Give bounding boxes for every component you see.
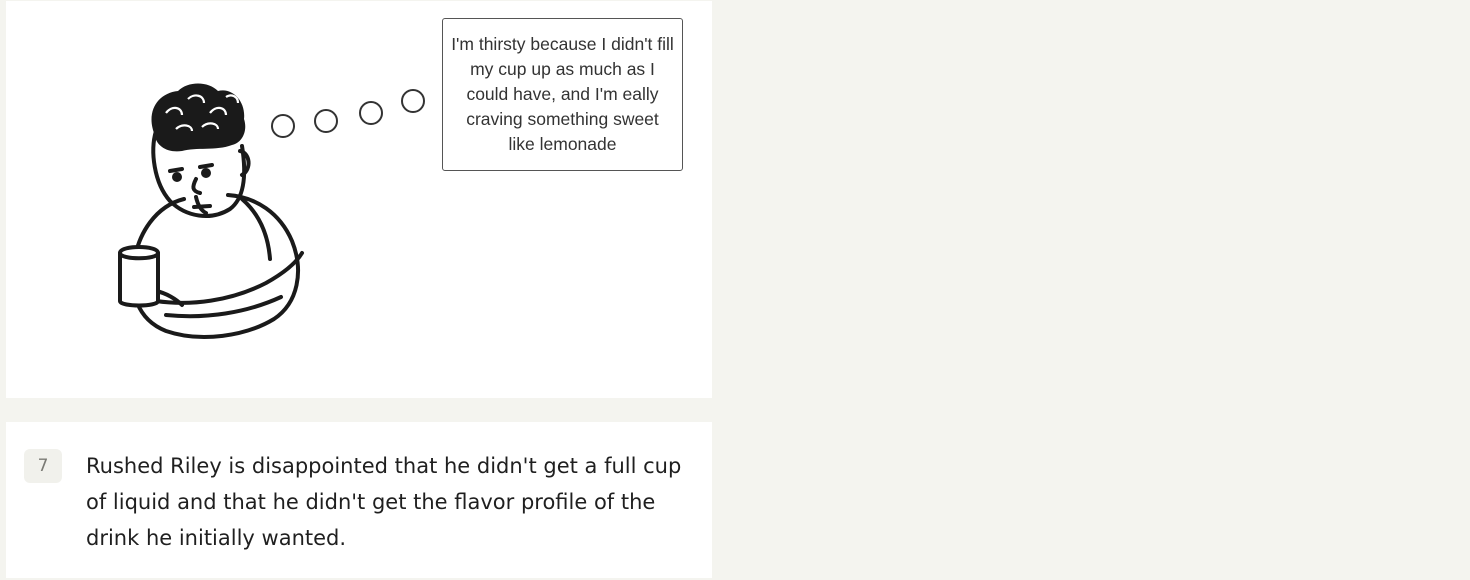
illustration-card: I'm thirsty because I didn't fill my cup… <box>6 1 712 398</box>
step-card: 7 Rushed Riley is disappointed that he d… <box>6 422 712 578</box>
thought-bubble-text: I'm thirsty because I didn't fill my cup… <box>451 34 674 154</box>
step-description: Rushed Riley is disappointed that he did… <box>86 454 682 550</box>
thought-bubble: I'm thirsty because I didn't fill my cup… <box>442 18 683 171</box>
step-number-badge: 7 <box>24 449 62 483</box>
